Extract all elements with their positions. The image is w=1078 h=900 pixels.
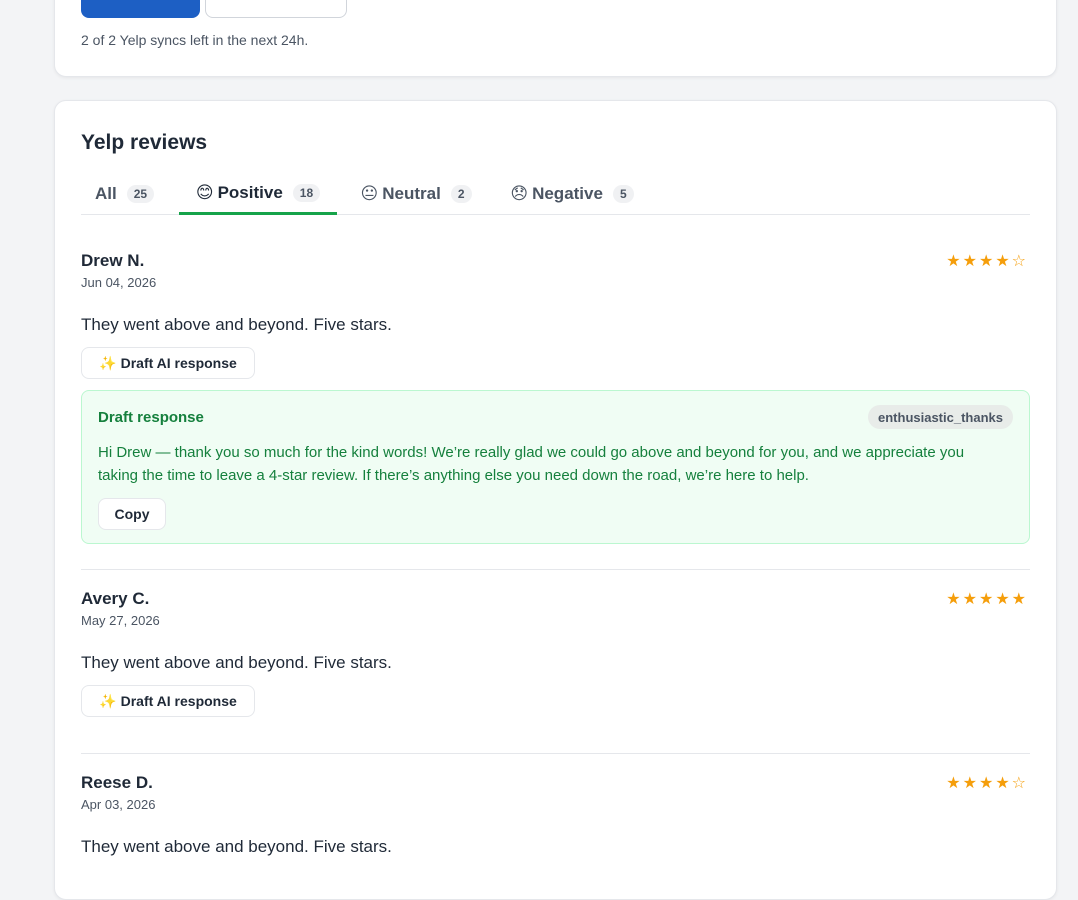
tab-label: Negative [532, 184, 603, 203]
sync-yelp-button[interactable] [81, 0, 200, 18]
tab-positive[interactable]: 😊 Positive 18 [179, 173, 337, 215]
tab-count: 5 [612, 185, 634, 203]
star-rating: ★★★★☆ [946, 253, 1028, 270]
review-text: They went above and beyond. Five stars. [81, 837, 392, 856]
tab-label: Neutral [382, 184, 441, 203]
section-title: Yelp reviews [81, 131, 208, 154]
draft-button-label: Draft AI response [120, 693, 237, 709]
review-item: Avery C. May 27, 2026 ★★★★★ They went ab… [81, 589, 1030, 729]
tab-negative[interactable]: 😞 Negative 5 [502, 173, 642, 215]
draft-response-panel: Draft response enthusiastic_thanks Hi Dr… [81, 390, 1030, 544]
review-text: They went above and beyond. Five stars. [81, 315, 392, 334]
reviewer-name: Drew N. [81, 251, 145, 270]
sad-face-icon: 😞 [510, 184, 529, 203]
sparkles-icon: ✨ [99, 354, 117, 371]
review-item: Drew N. Jun 04, 2026 ★★★★☆ They went abo… [81, 251, 1030, 571]
tab-count: 2 [450, 185, 472, 203]
neutral-face-icon: 😐 [360, 184, 379, 203]
draft-response-text: Hi Drew — thank you so much for the kind… [98, 444, 965, 484]
review-date: Jun 04, 2026 [81, 275, 157, 290]
tab-all[interactable]: All 25 [81, 173, 168, 215]
review-divider [81, 569, 1030, 570]
draft-ai-response-button[interactable]: ✨ Draft AI response [81, 685, 255, 717]
smile-icon: 😊 [195, 182, 214, 202]
copy-button[interactable]: Copy [98, 498, 166, 530]
reviewer-name: Reese D. [81, 773, 153, 792]
draft-response-label: Draft response [98, 409, 204, 426]
sync-limit-note: 2 of 2 Yelp syncs left in the next 24h. [81, 32, 309, 48]
tone-badge: enthusiastic_thanks [868, 405, 1013, 429]
yelp-reviews-card: Yelp reviews All 25 😊 Positive 18 😐 Neut… [54, 100, 1057, 900]
tab-count: 18 [292, 183, 321, 202]
tab-label: Positive [217, 182, 283, 202]
sparkles-icon: ✨ [99, 692, 117, 709]
review-text: They went above and beyond. Five stars. [81, 653, 392, 672]
star-rating: ★★★★★ [946, 591, 1028, 608]
tab-count: 25 [126, 185, 155, 203]
tab-neutral[interactable]: 😐 Neutral 2 [351, 173, 481, 215]
secondary-action-button[interactable] [205, 0, 347, 18]
yelp-sync-card: 2 of 2 Yelp syncs left in the next 24h. [54, 0, 1057, 77]
review-date: May 27, 2026 [81, 613, 160, 628]
sentiment-tabs: All 25 😊 Positive 18 😐 Neutral 2 😞 Negat… [81, 173, 1030, 215]
draft-ai-response-button[interactable]: ✨ Draft AI response [81, 347, 255, 379]
tab-label: All [94, 184, 117, 203]
reviewer-name: Avery C. [81, 589, 150, 608]
draft-button-label: Draft AI response [120, 355, 237, 371]
star-rating: ★★★★☆ [946, 775, 1028, 792]
review-date: Apr 03, 2026 [81, 797, 156, 812]
review-divider [81, 753, 1030, 754]
review-item: Reese D. Apr 03, 2026 ★★★★☆ They went ab… [81, 773, 1030, 893]
